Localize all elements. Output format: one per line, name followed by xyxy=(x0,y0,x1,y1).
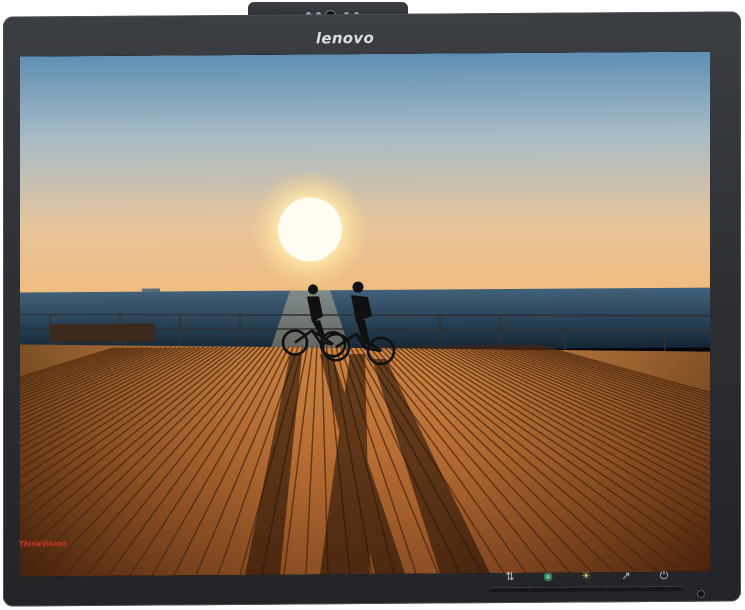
input-select-button[interactable]: ⇅ xyxy=(490,570,530,594)
power-icon: ⏻ xyxy=(659,569,669,582)
monitor-screen xyxy=(20,51,710,577)
auto-adjust-button[interactable]: ↗ xyxy=(606,569,646,593)
power-led-icon xyxy=(697,590,705,598)
sun-core xyxy=(278,197,342,262)
input-select-icon: ⇅ xyxy=(505,571,515,584)
wallpaper-image xyxy=(20,51,710,577)
brand-logo-bottom: ThinkVision xyxy=(19,539,67,549)
distant-ship xyxy=(142,288,160,292)
menu-button[interactable]: ◉ xyxy=(528,570,568,594)
control-panel: ⇅ ◉ ☀ ↗ ⏻ xyxy=(490,569,710,607)
brand-logo-top: lenovo xyxy=(315,28,375,48)
monitor-bezel: lenovo ThinkVision ⇅ ◉ ☀ ↗ ⏻ xyxy=(3,11,741,607)
auto-adjust-icon: ↗ xyxy=(621,570,631,583)
power-button[interactable]: ⏻ xyxy=(644,569,684,593)
brightness-icon: ☀ xyxy=(581,570,591,583)
brightness-button[interactable]: ☀ xyxy=(566,569,606,593)
pier-platform xyxy=(50,323,155,343)
menu-icon: ◉ xyxy=(543,570,553,583)
